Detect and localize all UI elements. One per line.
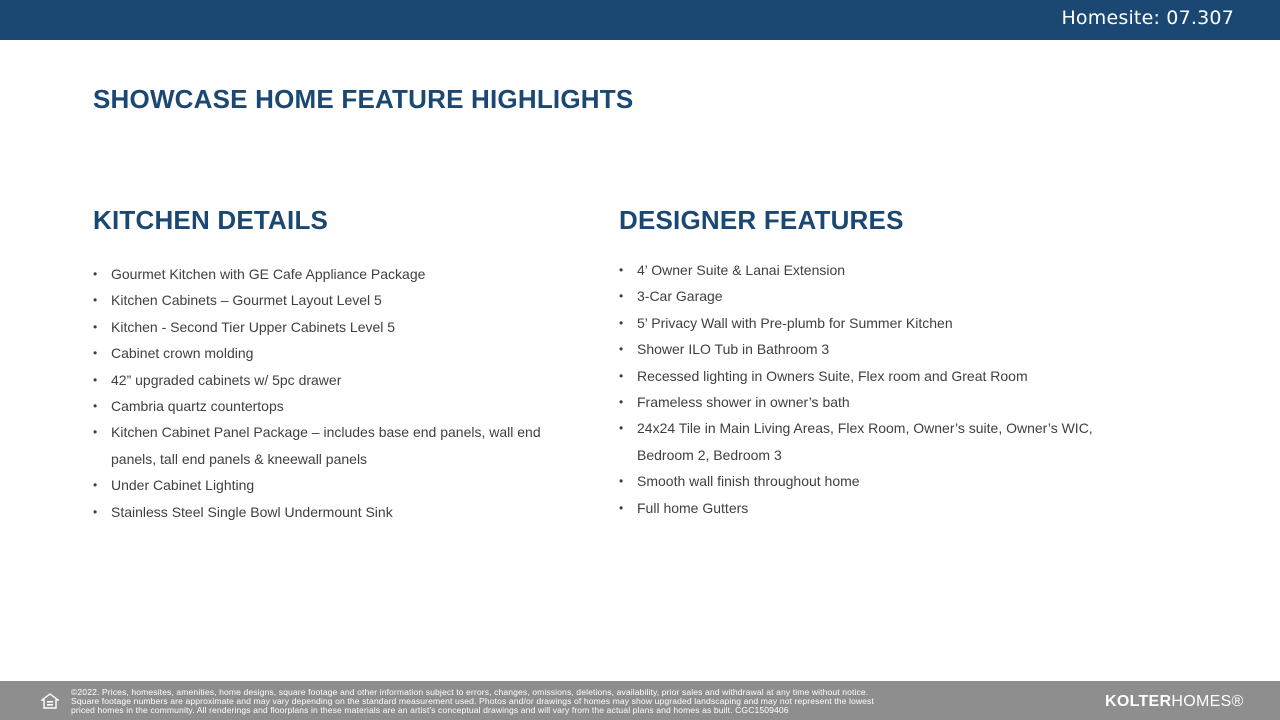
list-item: Stainless Steel Single Bowl Undermount S… [93,499,573,526]
list-item: 24x24 Tile in Main Living Areas, Flex Ro… [619,415,1099,468]
top-banner: Homesite: 07.307 [0,0,1280,40]
footer: ©2022. Prices, homesites, amenities, hom… [0,681,1280,720]
list-item: Frameless shower in owner’s bath [619,389,1099,416]
list-item: 3-Car Garage [619,283,1099,310]
designer-features-title: DESIGNER FEATURES [619,205,904,235]
logo-bold-text: KOLTER [1105,693,1172,710]
designer-features-section: DESIGNER FEATURES 4’ Owner Suite & Lanai… [619,205,1099,521]
legal-disclaimer: ©2022. Prices, homesites, amenities, hom… [71,688,1096,715]
list-item: Cabinet crown molding [93,340,573,367]
list-item: Kitchen Cabinet Panel Package – includes… [93,419,573,472]
page-title: SHOWCASE HOME FEATURE HIGHLIGHTS [93,84,634,114]
homesite-label: Homesite: 07.307 [1061,7,1234,29]
logo-light-text: HOMES® [1171,693,1244,710]
kitchen-details-list: Gourmet Kitchen with GE Cafe Appliance P… [93,261,573,525]
kolter-homes-logo: KOLTERHOMES® [1105,693,1244,711]
list-item: Full home Gutters [619,495,1099,522]
list-item: Recessed lighting in Owners Suite, Flex … [619,363,1099,390]
list-item: Kitchen - Second Tier Upper Cabinets Lev… [93,314,573,341]
list-item: Gourmet Kitchen with GE Cafe Appliance P… [93,261,573,288]
list-item: Smooth wall finish throughout home [619,468,1099,495]
list-item: Shower ILO Tub in Bathroom 3 [619,336,1099,363]
kitchen-details-title: KITCHEN DETAILS [93,205,329,235]
list-item: Under Cabinet Lighting [93,472,573,499]
list-item: Cambria quartz countertops [93,393,573,420]
list-item: 4’ Owner Suite & Lanai Extension [619,257,1099,284]
equal-housing-opportunity-icon [41,693,59,709]
designer-features-list: 4’ Owner Suite & Lanai Extension 3-Car G… [619,257,1099,521]
list-item: Kitchen Cabinets – Gourmet Layout Level … [93,287,573,314]
list-item: 5’ Privacy Wall with Pre-plumb for Summe… [619,310,1099,337]
list-item: 42” upgraded cabinets w/ 5pc drawer [93,367,573,394]
kitchen-details-section: KITCHEN DETAILS Gourmet Kitchen with GE … [93,205,573,525]
legal-line: priced homes in the community. All rende… [71,705,789,715]
